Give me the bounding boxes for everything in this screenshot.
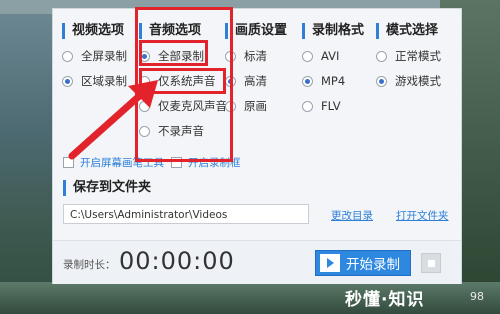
watermark-text: 秒懂·知识 — [345, 290, 425, 310]
watermark-number: 98 — [470, 290, 484, 303]
annotation-arrow-icon — [68, 80, 158, 160]
